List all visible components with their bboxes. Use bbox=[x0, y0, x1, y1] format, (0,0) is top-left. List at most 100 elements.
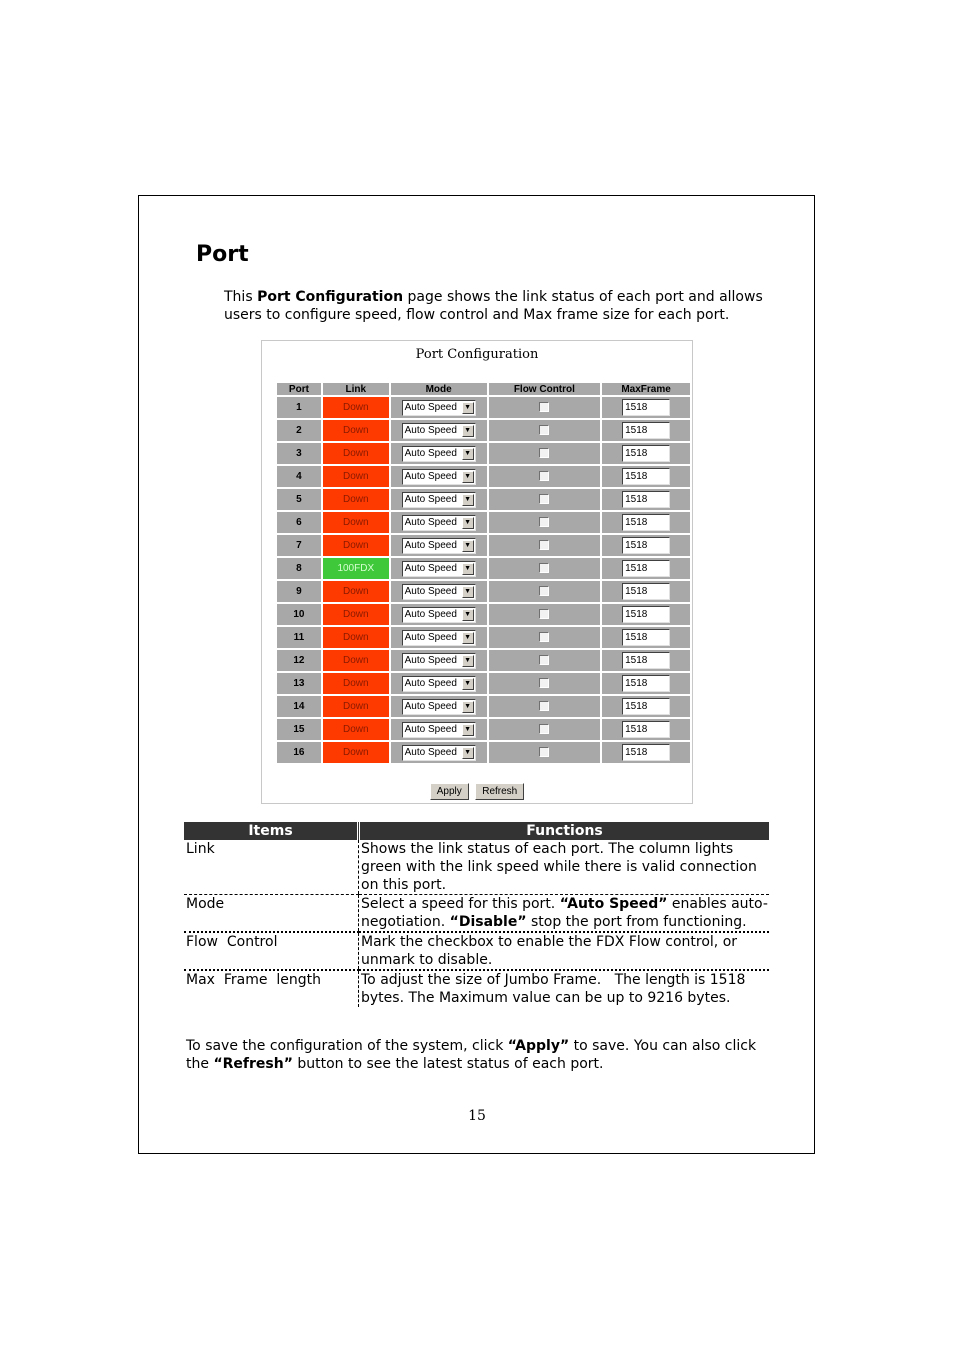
mode-select[interactable]: Auto Speed ▼ bbox=[401, 491, 476, 508]
chevron-down-icon[interactable]: ▼ bbox=[461, 677, 474, 690]
mode-select[interactable]: Auto Speed ▼ bbox=[401, 399, 476, 416]
mode-value: Auto Speed bbox=[404, 447, 457, 459]
mode-select[interactable]: Auto Speed ▼ bbox=[401, 721, 476, 738]
intro-text: This bbox=[224, 289, 258, 305]
outro-paragraph: To save the configuration of the system,… bbox=[186, 1037, 776, 1073]
chevron-down-icon[interactable]: ▼ bbox=[461, 401, 474, 414]
link-status: Down bbox=[322, 696, 389, 717]
port-number: 14 bbox=[277, 696, 321, 717]
link-status: Down bbox=[322, 719, 389, 740]
flow-control-cell bbox=[488, 489, 601, 510]
flow-control-cell bbox=[488, 719, 601, 740]
chevron-down-icon[interactable]: ▼ bbox=[461, 424, 474, 437]
mode-select[interactable]: Auto Speed ▼ bbox=[401, 583, 476, 600]
chevron-down-icon[interactable]: ▼ bbox=[461, 562, 474, 575]
mode-cell: Auto Speed ▼ bbox=[390, 558, 487, 579]
chevron-down-icon[interactable]: ▼ bbox=[461, 700, 474, 713]
mode-select[interactable]: Auto Speed ▼ bbox=[401, 445, 476, 462]
maxframe-cell: 1518 bbox=[602, 581, 690, 602]
maxframe-input[interactable]: 1518 bbox=[622, 560, 671, 577]
flow-control-checkbox[interactable] bbox=[539, 701, 550, 712]
maxframe-input[interactable]: 1518 bbox=[622, 514, 671, 531]
mode-select[interactable]: Auto Speed ▼ bbox=[401, 468, 476, 485]
flow-control-checkbox[interactable] bbox=[539, 540, 550, 551]
flow-control-checkbox[interactable] bbox=[539, 402, 550, 413]
flow-control-checkbox[interactable] bbox=[539, 425, 550, 436]
chevron-down-icon[interactable]: ▼ bbox=[461, 631, 474, 644]
maxframe-input[interactable]: 1518 bbox=[622, 583, 671, 600]
maxframe-input[interactable]: 1518 bbox=[622, 422, 671, 439]
maxframe-input[interactable]: 1518 bbox=[622, 491, 671, 508]
mode-select[interactable]: Auto Speed ▼ bbox=[401, 652, 476, 669]
maxframe-input[interactable]: 1518 bbox=[622, 606, 671, 623]
chevron-down-icon[interactable]: ▼ bbox=[461, 723, 474, 736]
mode-select[interactable]: Auto Speed ▼ bbox=[401, 514, 476, 531]
maxframe-cell: 1518 bbox=[602, 673, 690, 694]
item-function: To adjust the size of Jumbo Frame. The l… bbox=[358, 970, 769, 1007]
flow-control-checkbox[interactable] bbox=[539, 655, 550, 666]
maxframe-input[interactable]: 1518 bbox=[622, 675, 671, 692]
chevron-down-icon[interactable]: ▼ bbox=[461, 516, 474, 529]
flow-control-cell bbox=[488, 604, 601, 625]
maxframe-input[interactable]: 1518 bbox=[622, 698, 671, 715]
mode-select[interactable]: Auto Speed ▼ bbox=[401, 422, 476, 439]
flow-control-checkbox[interactable] bbox=[539, 586, 550, 597]
maxframe-input[interactable]: 1518 bbox=[622, 399, 671, 416]
col-mode: Mode bbox=[390, 383, 487, 395]
maxframe-input[interactable]: 1518 bbox=[622, 445, 671, 462]
link-status: Down bbox=[322, 673, 389, 694]
mode-select[interactable]: Auto Speed ▼ bbox=[401, 675, 476, 692]
flow-control-checkbox[interactable] bbox=[539, 471, 550, 482]
mode-select[interactable]: Auto Speed ▼ bbox=[401, 606, 476, 623]
maxframe-input[interactable]: 1518 bbox=[622, 629, 671, 646]
mode-cell: Auto Speed ▼ bbox=[390, 581, 487, 602]
port-row: 9 Down Auto Speed ▼ 1518 bbox=[277, 581, 690, 602]
chevron-down-icon[interactable]: ▼ bbox=[461, 654, 474, 667]
mode-select[interactable]: Auto Speed ▼ bbox=[401, 629, 476, 646]
apply-button[interactable]: Apply bbox=[429, 783, 469, 800]
chevron-down-icon[interactable]: ▼ bbox=[461, 585, 474, 598]
port-row: 13 Down Auto Speed ▼ 1518 bbox=[277, 673, 690, 694]
refresh-button[interactable]: Refresh bbox=[475, 783, 525, 800]
maxframe-input[interactable]: 1518 bbox=[622, 537, 671, 554]
chevron-down-icon[interactable]: ▼ bbox=[461, 447, 474, 460]
flow-control-checkbox[interactable] bbox=[539, 632, 550, 643]
mode-select[interactable]: Auto Speed ▼ bbox=[401, 560, 476, 577]
flow-control-checkbox[interactable] bbox=[539, 724, 550, 735]
port-row: 3 Down Auto Speed ▼ 1518 bbox=[277, 443, 690, 464]
maxframe-input[interactable]: 1518 bbox=[622, 721, 671, 738]
flow-control-checkbox[interactable] bbox=[539, 494, 550, 505]
mode-select[interactable]: Auto Speed ▼ bbox=[401, 537, 476, 554]
mode-select[interactable]: Auto Speed ▼ bbox=[401, 744, 476, 761]
port-row: 11 Down Auto Speed ▼ 1518 bbox=[277, 627, 690, 648]
port-number: 11 bbox=[277, 627, 321, 648]
mode-select[interactable]: Auto Speed ▼ bbox=[401, 698, 476, 715]
port-row: 14 Down Auto Speed ▼ 1518 bbox=[277, 696, 690, 717]
flow-control-cell bbox=[488, 420, 601, 441]
chevron-down-icon[interactable]: ▼ bbox=[461, 608, 474, 621]
chevron-down-icon[interactable]: ▼ bbox=[461, 493, 474, 506]
screenshot-title: Port Configuration bbox=[415, 347, 539, 362]
flow-control-checkbox[interactable] bbox=[539, 609, 550, 620]
flow-control-checkbox[interactable] bbox=[539, 563, 550, 574]
chevron-down-icon[interactable]: ▼ bbox=[461, 470, 474, 483]
flow-control-checkbox[interactable] bbox=[539, 747, 550, 758]
flow-control-checkbox[interactable] bbox=[539, 678, 550, 689]
chevron-down-icon[interactable]: ▼ bbox=[461, 539, 474, 552]
maxframe-input[interactable]: 1518 bbox=[622, 468, 671, 485]
port-row: 8 100FDX Auto Speed ▼ 1518 bbox=[277, 558, 690, 579]
link-status: Down bbox=[322, 512, 389, 533]
flow-control-checkbox[interactable] bbox=[539, 448, 550, 459]
maxframe-input[interactable]: 1518 bbox=[622, 744, 671, 761]
col-link: Link bbox=[322, 383, 389, 395]
port-number: 2 bbox=[277, 420, 321, 441]
port-table: Port Link Mode Flow Control MaxFrame 1 Do… bbox=[275, 381, 692, 765]
maxframe-input[interactable]: 1518 bbox=[622, 652, 671, 669]
flow-control-checkbox[interactable] bbox=[539, 517, 550, 528]
mode-value: Auto Speed bbox=[404, 631, 457, 643]
page-number: 15 bbox=[468, 1108, 486, 1124]
maxframe-cell: 1518 bbox=[602, 719, 690, 740]
mode-cell: Auto Speed ▼ bbox=[390, 673, 487, 694]
chevron-down-icon[interactable]: ▼ bbox=[461, 746, 474, 759]
link-status: Down bbox=[322, 627, 389, 648]
